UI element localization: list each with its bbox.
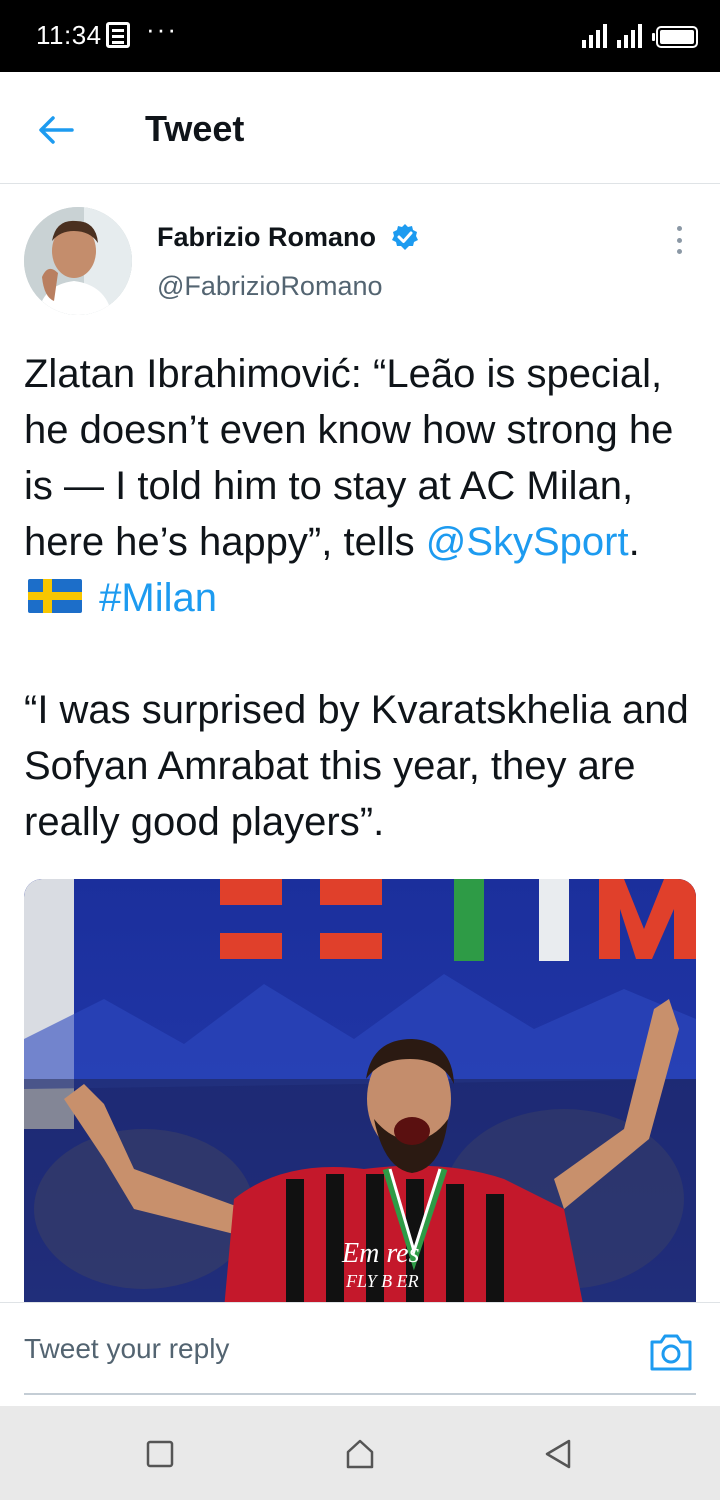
system-nav-bar (0, 1406, 720, 1500)
recents-square-icon (146, 1440, 174, 1468)
status-more-icon: ··· (146, 14, 178, 44)
signal-icon (582, 24, 607, 48)
reply-bar: Tweet your reply (0, 1302, 720, 1406)
reply-input-underline (24, 1393, 696, 1395)
arrow-left-icon (39, 116, 74, 144)
back-button[interactable] (30, 104, 82, 156)
more-dot (676, 226, 682, 231)
mention-link[interactable]: @SkySport (426, 520, 629, 564)
status-bar: 11:34 ··· (0, 0, 720, 72)
recents-button[interactable] (140, 1434, 180, 1474)
jersey-sponsor-subtext: FLY B ER (345, 1271, 419, 1291)
tweet-text-part: . (628, 520, 640, 564)
sweden-flag-icon (28, 579, 82, 613)
more-dot (676, 237, 682, 243)
camera-icon[interactable] (648, 1331, 694, 1373)
tweet-media-image[interactable]: Em res FLY B ER (24, 879, 696, 1309)
battery-icon (652, 26, 698, 48)
tweet-paragraph: Zlatan Ibrahimović: “Leão is special, he… (24, 346, 704, 626)
author-name[interactable]: Fabrizio Romano (157, 222, 376, 253)
status-time: 11:34 (36, 20, 102, 50)
more-dot (676, 249, 682, 254)
signal-icon (617, 24, 642, 48)
tweet-text: Zlatan Ibrahimović: “Leão is special, he… (24, 346, 704, 850)
home-button[interactable] (340, 1434, 380, 1474)
system-back-button[interactable] (538, 1434, 578, 1474)
header: Tweet (0, 72, 720, 184)
status-icons (582, 22, 698, 48)
jersey-sponsor-text: Em res (341, 1238, 420, 1269)
page-title: Tweet (145, 108, 245, 149)
back-triangle-icon (545, 1439, 571, 1469)
verified-badge-icon (392, 224, 418, 250)
notification-icon (106, 22, 130, 48)
reply-input[interactable]: Tweet your reply (24, 1333, 229, 1365)
more-options-button[interactable] (664, 222, 694, 258)
avatar[interactable] (24, 207, 132, 315)
media-photo: Em res FLY B ER (24, 879, 696, 1309)
author-handle[interactable]: @FabrizioRomano (157, 271, 383, 302)
tweet-paragraph: “I was surprised by Kvaratskhelia and So… (24, 688, 689, 844)
avatar-image (24, 207, 132, 315)
hashtag-link[interactable]: #Milan (99, 576, 217, 620)
home-icon (346, 1439, 374, 1469)
